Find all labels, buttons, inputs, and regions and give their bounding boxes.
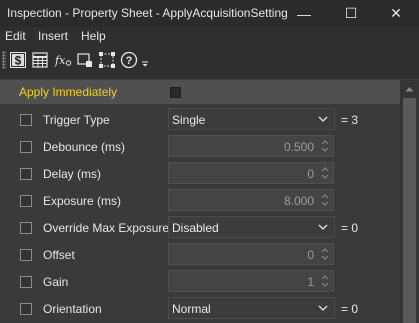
property-row-offset: Offset 0 (0, 241, 400, 268)
resize-crop-icon (99, 52, 115, 68)
toolbar-overflow-button[interactable] (139, 50, 151, 70)
help-question-icon: ? (120, 51, 138, 69)
trigger-type-value: Single (172, 113, 206, 127)
scroll-thumb[interactable] (403, 98, 416, 323)
apply-immediately-label: Apply Immediately (19, 85, 118, 99)
spin-arrows-icon[interactable] (319, 137, 331, 155)
trigger-type-code: = 3 (341, 113, 359, 127)
override-max-exposure-value: Disabled (172, 221, 219, 235)
chevron-down-icon (318, 116, 328, 122)
debounce-value: 0.500 (283, 140, 314, 154)
property-row-exposure: Exposure (ms) 8.000 (0, 187, 400, 214)
maximize-button[interactable]: ☐ (328, 0, 374, 27)
gain-checkbox[interactable] (20, 276, 32, 288)
orientation-value: Normal (172, 302, 211, 316)
delay-checkbox[interactable] (20, 168, 32, 180)
property-row-debounce: Debounce (ms) 0.500 (0, 133, 400, 160)
trigger-type-checkbox[interactable] (20, 114, 32, 126)
gain-value: 1 (307, 275, 314, 289)
categorized-dollar-icon: $ (10, 52, 26, 68)
title-bar: Inspection - Property Sheet - ApplyAcqui… (0, 0, 419, 27)
delay-value: 0 (307, 167, 314, 181)
minimize-button[interactable]: — (281, 0, 327, 27)
exposure-value: 8.000 (283, 194, 314, 208)
toolbar-grip[interactable] (2, 51, 6, 69)
close-icon: ✕ (390, 5, 402, 21)
property-row-delay: Delay (ms) 0 (0, 160, 400, 187)
exposure-spinbox[interactable]: 8.000 (168, 189, 334, 211)
trigger-type-select[interactable]: Single (168, 108, 335, 130)
debounce-spinbox[interactable]: 0.500 (168, 135, 334, 157)
spin-arrows-icon[interactable] (319, 164, 331, 182)
svg-text:$: $ (15, 54, 22, 68)
orientation-checkbox[interactable] (20, 303, 32, 315)
menu-bar: Edit Insert Help (0, 27, 419, 45)
select-region-button[interactable] (75, 50, 95, 70)
debounce-label: Debounce (ms) (43, 140, 126, 154)
debounce-checkbox[interactable] (20, 141, 32, 153)
menu-help[interactable]: Help (81, 29, 106, 43)
delay-spinbox[interactable]: 0 (168, 162, 334, 184)
override-max-exposure-checkbox[interactable] (20, 222, 32, 234)
apply-immediately-row: Apply Immediately (0, 80, 400, 104)
override-max-exposure-code: = 0 (341, 221, 359, 235)
delay-label: Delay (ms) (43, 167, 102, 181)
spin-arrows-icon[interactable] (319, 272, 331, 290)
orientation-select[interactable]: Normal (168, 297, 335, 319)
exposure-checkbox[interactable] (20, 195, 32, 207)
window-title: Inspection - Property Sheet - ApplyAcqui… (7, 6, 288, 20)
scroll-up-button[interactable] (400, 80, 419, 97)
resize-button[interactable] (97, 50, 117, 70)
property-row-trigger-type: Trigger Type Single = 3 (0, 106, 400, 133)
menu-insert[interactable]: Insert (38, 29, 68, 43)
exposure-label: Exposure (ms) (43, 194, 122, 208)
property-row-override-max-exposure: Override Max Exposure Disabled = 0 (0, 214, 400, 241)
overflow-dropdown-icon (142, 61, 148, 67)
table-view-button[interactable] (30, 50, 50, 70)
function-fx-icon: fx (54, 54, 72, 67)
toolbar: $ fx ? (0, 45, 419, 78)
apply-immediately-checkbox[interactable] (170, 87, 181, 98)
close-button[interactable]: ✕ (373, 0, 419, 27)
override-max-exposure-select[interactable]: Disabled (168, 216, 335, 238)
table-grid-icon (32, 52, 48, 68)
gain-spinbox[interactable]: 1 (168, 270, 334, 292)
minimize-icon: — (297, 5, 311, 22)
orientation-label: Orientation (43, 302, 102, 316)
offset-spinbox[interactable]: 0 (168, 243, 334, 265)
categorized-button[interactable]: $ (8, 50, 28, 70)
override-max-exposure-label: Override Max Exposure (43, 221, 170, 235)
property-row-gain: Gain 1 (0, 268, 400, 295)
orientation-code: = 0 (341, 302, 359, 316)
property-row-orientation: Orientation Normal = 0 (0, 295, 400, 322)
offset-checkbox[interactable] (20, 249, 32, 261)
function-button[interactable]: fx (53, 50, 73, 70)
menu-edit[interactable]: Edit (5, 29, 26, 43)
chevron-down-icon (318, 305, 328, 311)
trigger-type-label: Trigger Type (43, 113, 110, 127)
offset-value: 0 (307, 248, 314, 262)
svg-text:?: ? (126, 55, 133, 67)
vertical-scrollbar[interactable] (400, 80, 419, 323)
spin-arrows-icon[interactable] (319, 191, 331, 209)
svg-text:fx: fx (54, 54, 66, 67)
chevron-down-icon (318, 224, 328, 230)
select-region-icon (77, 53, 92, 67)
scroll-up-arrow-icon (405, 86, 414, 91)
spin-arrows-icon[interactable] (319, 245, 331, 263)
maximize-icon: ☐ (344, 5, 358, 21)
gain-label: Gain (43, 275, 69, 289)
offset-label: Offset (43, 248, 75, 262)
help-button[interactable]: ? (119, 50, 139, 70)
